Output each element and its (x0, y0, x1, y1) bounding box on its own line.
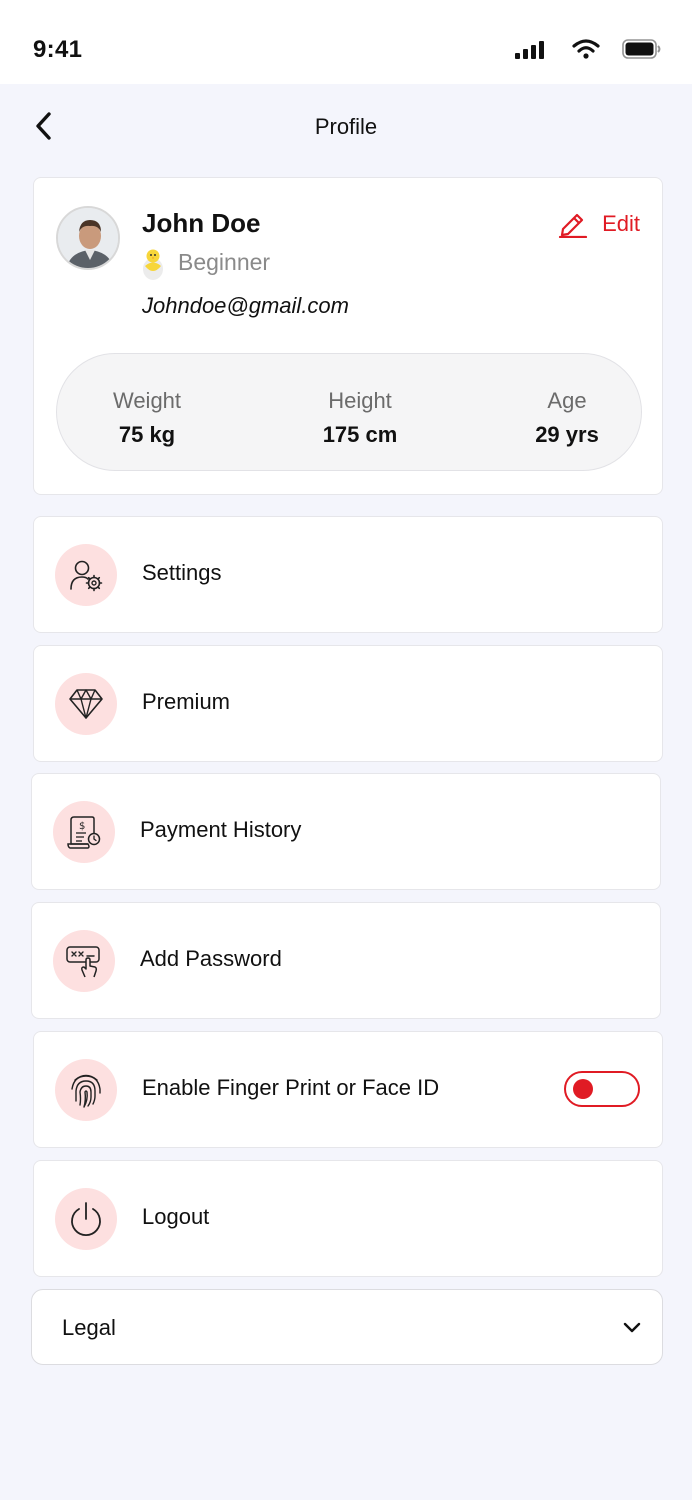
menu-label-add-password: Add Password (140, 946, 282, 971)
menu-item-add-password[interactable]: Add Password (31, 902, 661, 1019)
menu-item-settings[interactable]: Settings (33, 516, 663, 633)
stat-age-value: 29 yrs (535, 422, 599, 447)
chevron-down-icon (623, 1322, 641, 1333)
status-time: 9:41 (33, 36, 83, 63)
experience-level: Beginner (178, 249, 271, 275)
menu-label-premium: Premium (142, 689, 231, 714)
legal-label: Legal (62, 1315, 116, 1340)
menu-item-payment-history[interactable]: $ Payment History (31, 773, 661, 890)
edit-label: Edit (602, 211, 640, 236)
toggle-knob (573, 1079, 593, 1099)
body-stats: Weight 75 kg Height 175 cm Age 29 yrs (56, 353, 642, 471)
stat-weight: Weight 75 kg (97, 388, 197, 448)
svg-text:$: $ (79, 821, 85, 832)
receipt-icon: $ (67, 816, 101, 849)
profile-name: John Doe (142, 208, 261, 238)
battery-icon (622, 39, 661, 59)
fingerprint-icon (71, 1074, 101, 1108)
password-icon (66, 946, 100, 978)
legal-dropdown[interactable]: Legal (31, 1289, 663, 1365)
menu-label-settings: Settings (142, 560, 222, 585)
stat-height-label: Height (328, 388, 392, 413)
stat-age: Age 29 yrs (517, 388, 617, 448)
cellular-signal-icon (515, 41, 544, 59)
stat-height-value: 175 cm (322, 422, 398, 447)
profile-email: Johndoe@gmail.com (142, 293, 349, 318)
stat-height: Height 175 cm (305, 388, 415, 448)
profile-card: John Doe Beginner Johndoe@gmail.com Edit… (33, 177, 663, 495)
menu-label-biometric: Enable Finger Print or Face ID (142, 1075, 440, 1100)
biometric-toggle[interactable] (564, 1071, 640, 1107)
diamond-icon (69, 689, 103, 719)
menu-label-payment-history: Payment History (140, 817, 302, 842)
menu-item-logout[interactable]: Logout (33, 1160, 663, 1277)
menu-item-biometric: Enable Finger Print or Face ID (33, 1031, 663, 1148)
stat-age-label: Age (547, 388, 587, 413)
edit-profile-button[interactable]: Edit (558, 210, 640, 238)
user-settings-icon (70, 560, 103, 592)
stat-weight-label: Weight (112, 388, 182, 413)
edit-icon (558, 213, 588, 238)
power-icon (71, 1202, 101, 1237)
status-bar: 9:41 (0, 0, 692, 84)
menu-label-logout: Logout (142, 1204, 210, 1229)
page-title: Profile (314, 114, 378, 139)
wifi-icon (572, 39, 600, 59)
stat-weight-value: 75 kg (118, 422, 176, 447)
avatar[interactable] (56, 206, 120, 270)
menu-item-premium[interactable]: Premium (33, 645, 663, 762)
header: Profile (0, 84, 692, 168)
chick-icon (143, 249, 163, 280)
